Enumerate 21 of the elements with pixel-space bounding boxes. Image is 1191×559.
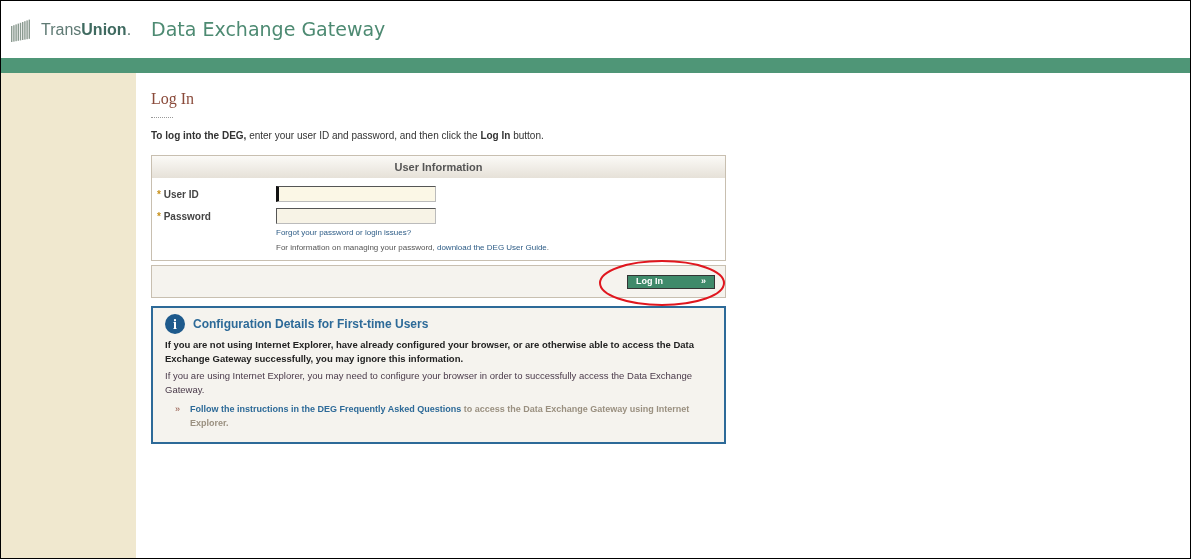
brand-logo: TransUnion.	[41, 19, 132, 40]
notice-link-text: Follow the instructions in the DEG Frequently Asked Questions to access the Data Exchange Gateway using Internet Explorer.	[190, 403, 691, 430]
login-button[interactable]: Log In »	[627, 274, 715, 289]
faq-link[interactable]: Follow the instructions in the DEG Frequently Asked Questions	[190, 404, 462, 414]
logo-icon	[11, 17, 33, 42]
field-label: * Password	[157, 209, 212, 224]
app-title: Data Exchange Gateway	[151, 17, 386, 43]
notice-title: Configuration Details for First-time Users	[193, 316, 429, 333]
user-guide-link[interactable]: download the DEG User Guide	[436, 243, 547, 252]
intro-text: To log into the DEG, enter your user ID and password, and then click the Log In button.	[151, 129, 544, 143]
notice-bold-text: If you are not using Internet Explorer, have already configured your browser, or are otherwise able to access the Data Exchange Gateway successfully, you may ignore this information.	[165, 338, 695, 366]
bullet-icon: »	[175, 402, 180, 430]
input-field[interactable]	[276, 186, 436, 202]
section-header: User Information	[152, 156, 725, 178]
info-text: For information on managing your password, download the DEG User Guide.	[276, 242, 550, 254]
input-field[interactable]	[276, 208, 436, 224]
field-label: * User ID	[157, 187, 200, 202]
info-icon: i	[165, 314, 185, 334]
notice-text: If you are using Internet Explorer, you may need to configure your browser in order to successfully access the Data Exchange Gateway.	[165, 369, 693, 397]
forgot-password-link[interactable]: Forgot your password or login issues?	[276, 227, 412, 239]
page-heading: Log In	[151, 89, 195, 110]
